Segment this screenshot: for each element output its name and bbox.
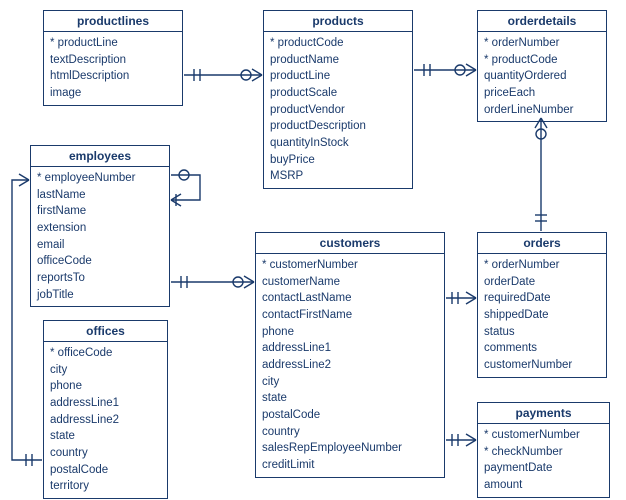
field: productName bbox=[270, 52, 406, 69]
entity-customers: customers * customerNumber customerName … bbox=[255, 232, 445, 478]
field: city bbox=[262, 374, 438, 391]
field: * customerNumber bbox=[484, 427, 603, 444]
entity-title: orders bbox=[478, 233, 606, 254]
field: * officeCode bbox=[50, 345, 161, 362]
field: productLine bbox=[270, 68, 406, 85]
field: country bbox=[262, 424, 438, 441]
field: MSRP bbox=[270, 168, 406, 185]
entity-payments: payments * customerNumber * checkNumber … bbox=[477, 402, 610, 498]
field: * customerNumber bbox=[262, 257, 438, 274]
field: reportsTo bbox=[37, 270, 163, 287]
field: phone bbox=[262, 324, 438, 341]
field: productScale bbox=[270, 85, 406, 102]
field: creditLimit bbox=[262, 457, 438, 474]
field: image bbox=[50, 85, 176, 102]
field: * employeeNumber bbox=[37, 170, 163, 187]
field: email bbox=[37, 237, 163, 254]
entity-title: customers bbox=[256, 233, 444, 254]
field: city bbox=[50, 362, 161, 379]
entity-orderdetails: orderdetails * orderNumber * productCode… bbox=[477, 10, 607, 122]
rel-employees-customers bbox=[171, 276, 254, 288]
field: productDescription bbox=[270, 118, 406, 135]
field: * productCode bbox=[270, 35, 406, 52]
field: firstName bbox=[37, 203, 163, 220]
field: addressLine1 bbox=[50, 395, 161, 412]
field: * checkNumber bbox=[484, 444, 603, 461]
field: * productCode bbox=[484, 52, 600, 69]
field: addressLine2 bbox=[262, 357, 438, 374]
rel-customers-payments bbox=[446, 434, 476, 446]
field: quantityOrdered bbox=[484, 68, 600, 85]
entity-title: offices bbox=[44, 321, 167, 342]
entity-title: productlines bbox=[44, 11, 182, 32]
entity-fields: * customerNumber customerName contactLas… bbox=[256, 254, 444, 477]
field: officeCode bbox=[37, 253, 163, 270]
field: textDescription bbox=[50, 52, 176, 69]
field: phone bbox=[50, 378, 161, 395]
rel-orders-orderdetails bbox=[535, 118, 547, 231]
field: territory bbox=[50, 478, 161, 495]
field: lastName bbox=[37, 187, 163, 204]
entity-fields: * orderNumber orderDate requiredDate shi… bbox=[478, 254, 606, 377]
field: amount bbox=[484, 477, 603, 494]
field: customerName bbox=[262, 274, 438, 291]
rel-employees-employees bbox=[171, 170, 200, 206]
field: jobTitle bbox=[37, 287, 163, 304]
field: orderLineNumber bbox=[484, 102, 600, 119]
entity-title: employees bbox=[31, 146, 169, 167]
field: state bbox=[50, 428, 161, 445]
field: * orderNumber bbox=[484, 35, 600, 52]
entity-products: products * productCode productName produ… bbox=[263, 10, 413, 189]
field: comments bbox=[484, 340, 600, 357]
field: * orderNumber bbox=[484, 257, 600, 274]
field: addressLine1 bbox=[262, 340, 438, 357]
field: htmlDescription bbox=[50, 68, 176, 85]
entity-fields: * orderNumber * productCode quantityOrde… bbox=[478, 32, 606, 121]
field: postalCode bbox=[50, 462, 161, 479]
rel-customers-orders bbox=[446, 292, 476, 304]
field: contactLastName bbox=[262, 290, 438, 307]
field: productVendor bbox=[270, 102, 406, 119]
entity-offices: offices * officeCode city phone addressL… bbox=[43, 320, 168, 499]
field: salesRepEmployeeNumber bbox=[262, 440, 438, 457]
field: buyPrice bbox=[270, 152, 406, 169]
entity-fields: * customerNumber * checkNumber paymentDa… bbox=[478, 424, 609, 497]
entity-fields: * officeCode city phone addressLine1 add… bbox=[44, 342, 167, 498]
entity-fields: * productCode productName productLine pr… bbox=[264, 32, 412, 188]
entity-title: payments bbox=[478, 403, 609, 424]
field: paymentDate bbox=[484, 460, 603, 477]
field: requiredDate bbox=[484, 290, 600, 307]
field: postalCode bbox=[262, 407, 438, 424]
field: priceEach bbox=[484, 85, 600, 102]
entity-title: products bbox=[264, 11, 412, 32]
field: status bbox=[484, 324, 600, 341]
field: country bbox=[50, 445, 161, 462]
field: quantityInStock bbox=[270, 135, 406, 152]
entity-employees: employees * employeeNumber lastName firs… bbox=[30, 145, 170, 307]
entity-orders: orders * orderNumber orderDate requiredD… bbox=[477, 232, 607, 378]
field: state bbox=[262, 390, 438, 407]
entity-productlines: productlines * productLine textDescripti… bbox=[43, 10, 183, 106]
field: extension bbox=[37, 220, 163, 237]
entity-fields: * productLine textDescription htmlDescri… bbox=[44, 32, 182, 105]
field: addressLine2 bbox=[50, 412, 161, 429]
field: orderDate bbox=[484, 274, 600, 291]
field: * productLine bbox=[50, 35, 176, 52]
rel-productlines-products bbox=[184, 69, 262, 81]
field: customerNumber bbox=[484, 357, 600, 374]
entity-fields: * employeeNumber lastName firstName exte… bbox=[31, 167, 169, 306]
rel-products-orderdetails bbox=[414, 64, 476, 76]
field: shippedDate bbox=[484, 307, 600, 324]
field: contactFirstName bbox=[262, 307, 438, 324]
entity-title: orderdetails bbox=[478, 11, 606, 32]
